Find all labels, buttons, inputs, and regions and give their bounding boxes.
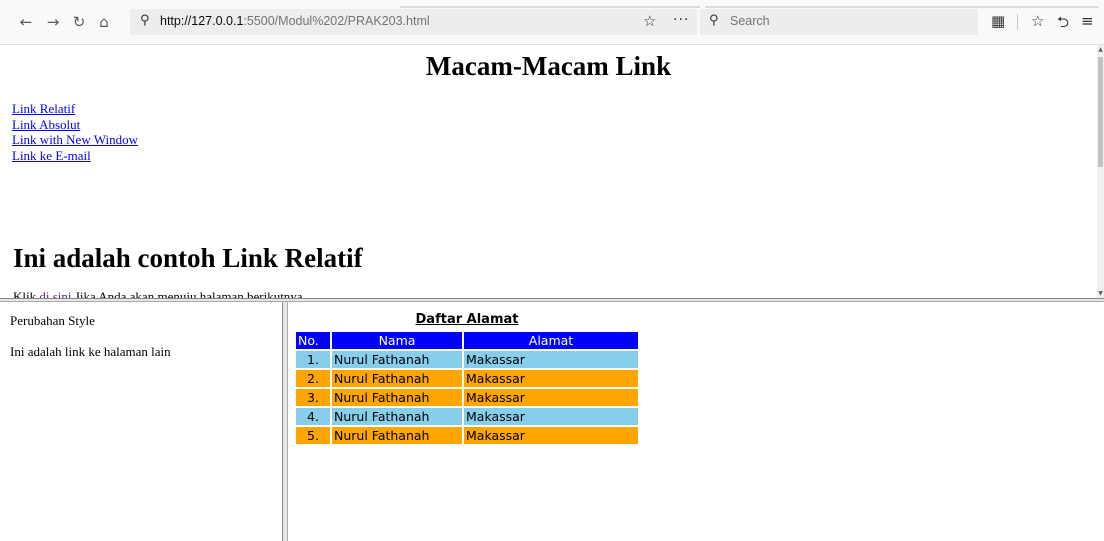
link-new-window[interactable]: Link with New Window (12, 132, 138, 148)
star-icon[interactable]: ☆ (643, 12, 656, 30)
right-frame: Daftar Alamat No. Nama Alamat 1. Nurul Fa… (288, 302, 1104, 541)
table-row: 4. Nurul Fathanah Makassar (296, 408, 638, 425)
cell-no: 5. (296, 427, 330, 444)
cell-nama: Nurul Fathanah (332, 351, 462, 368)
cell-alamat: Makassar (464, 408, 638, 425)
library-icon[interactable]: ▦ (991, 12, 1005, 30)
url-bar[interactable]: ⚲ http://127.0.0.1:5500/Modul%202/PRAK20… (130, 9, 697, 35)
tab-strip (400, 6, 700, 8)
search-bar[interactable]: ⚲ Search (700, 9, 978, 35)
left-frame: Perubahan Style Ini adalah link ke halam… (0, 302, 282, 541)
section-heading: Ini adalah contoh Link Relatif (13, 243, 363, 273)
table-row: 2. Nurul Fathanah Makassar (296, 370, 638, 387)
cell-alamat: Makassar (464, 370, 638, 387)
cell-no: 3. (296, 389, 330, 406)
link-list: Link Relatif Link Absolut Link with New … (12, 101, 138, 163)
tab-strip (705, 6, 1099, 8)
section-text-suffix: Jika Anda akan menuju halaman berikutnya (71, 289, 303, 298)
reader-icon[interactable]: ☆ (1031, 12, 1044, 30)
back-icon[interactable]: ← (17, 13, 35, 31)
search-icon: ⚲ (140, 13, 150, 28)
search-icon: ⚲ (709, 13, 719, 28)
more-icon[interactable]: ··· (673, 12, 689, 28)
link-relatif[interactable]: Link Relatif (12, 101, 138, 117)
section-text-prefix: Klik (13, 289, 40, 298)
header-no: No. (296, 332, 330, 349)
cell-alamat: Makassar (464, 427, 638, 444)
forward-icon[interactable]: → (44, 13, 62, 31)
cell-alamat: Makassar (464, 351, 638, 368)
table-row: 5. Nurul Fathanah Makassar (296, 427, 638, 444)
url-text[interactable]: http://127.0.0.1:5500/Modul%202/PRAK203.… (160, 14, 430, 28)
cell-nama: Nurul Fathanah (332, 389, 462, 406)
sync-icon[interactable]: ⮌ (1057, 12, 1069, 37)
url-path: :5500/Modul%202/PRAK203.html (243, 14, 430, 28)
cell-nama: Nurul Fathanah (332, 370, 462, 387)
link-absolut[interactable]: Link Absolut (12, 117, 138, 133)
menu-icon[interactable]: ≡ (1081, 12, 1094, 30)
table-caption: Daftar Alamat (415, 312, 519, 327)
reload-icon[interactable]: ↻ (70, 13, 88, 31)
link-email[interactable]: Link ke E-mail (12, 148, 138, 164)
cell-no: 4. (296, 408, 330, 425)
here-link[interactable]: di sini (39, 289, 71, 298)
table-header-row: No. Nama Alamat (296, 332, 638, 349)
cell-no: 1. (296, 351, 330, 368)
home-icon[interactable]: ⌂ (95, 13, 113, 31)
page-title: Macam-Macam Link (425, 51, 672, 81)
scrollbar[interactable]: ▲ ▼ (1097, 45, 1104, 298)
table-row: 3. Nurul Fathanah Makassar (296, 389, 638, 406)
table-row: 1. Nurul Fathanah Makassar (296, 351, 638, 368)
cell-no: 2. (296, 370, 330, 387)
other-page-text: Ini adalah link ke halaman lain (10, 344, 171, 359)
section-text: Klik di sini Jika Anda akan menuju halam… (13, 289, 303, 298)
browser-toolbar: ← → ↻ ⌂ ⚲ http://127.0.0.1:5500/Modul%20… (0, 0, 1104, 45)
scroll-down-icon[interactable]: ▼ (1097, 290, 1104, 297)
header-alamat: Alamat (464, 332, 638, 349)
header-nama: Nama (332, 332, 462, 349)
address-table: No. Nama Alamat 1. Nurul Fathanah Makassar… (294, 330, 640, 446)
toolbar-separator (1017, 14, 1018, 30)
style-change-text: Perubahan Style (10, 313, 95, 328)
scrollbar-thumb[interactable] (1098, 57, 1103, 167)
scroll-up-icon[interactable]: ▲ (1097, 46, 1104, 53)
cell-nama: Nurul Fathanah (332, 408, 462, 425)
top-frame: Macam-Macam Link Link Relatif Link Absol… (0, 45, 1097, 298)
url-host: http://127.0.0.1 (160, 14, 244, 28)
cell-nama: Nurul Fathanah (332, 427, 462, 444)
search-placeholder: Search (730, 14, 770, 28)
cell-alamat: Makassar (464, 389, 638, 406)
